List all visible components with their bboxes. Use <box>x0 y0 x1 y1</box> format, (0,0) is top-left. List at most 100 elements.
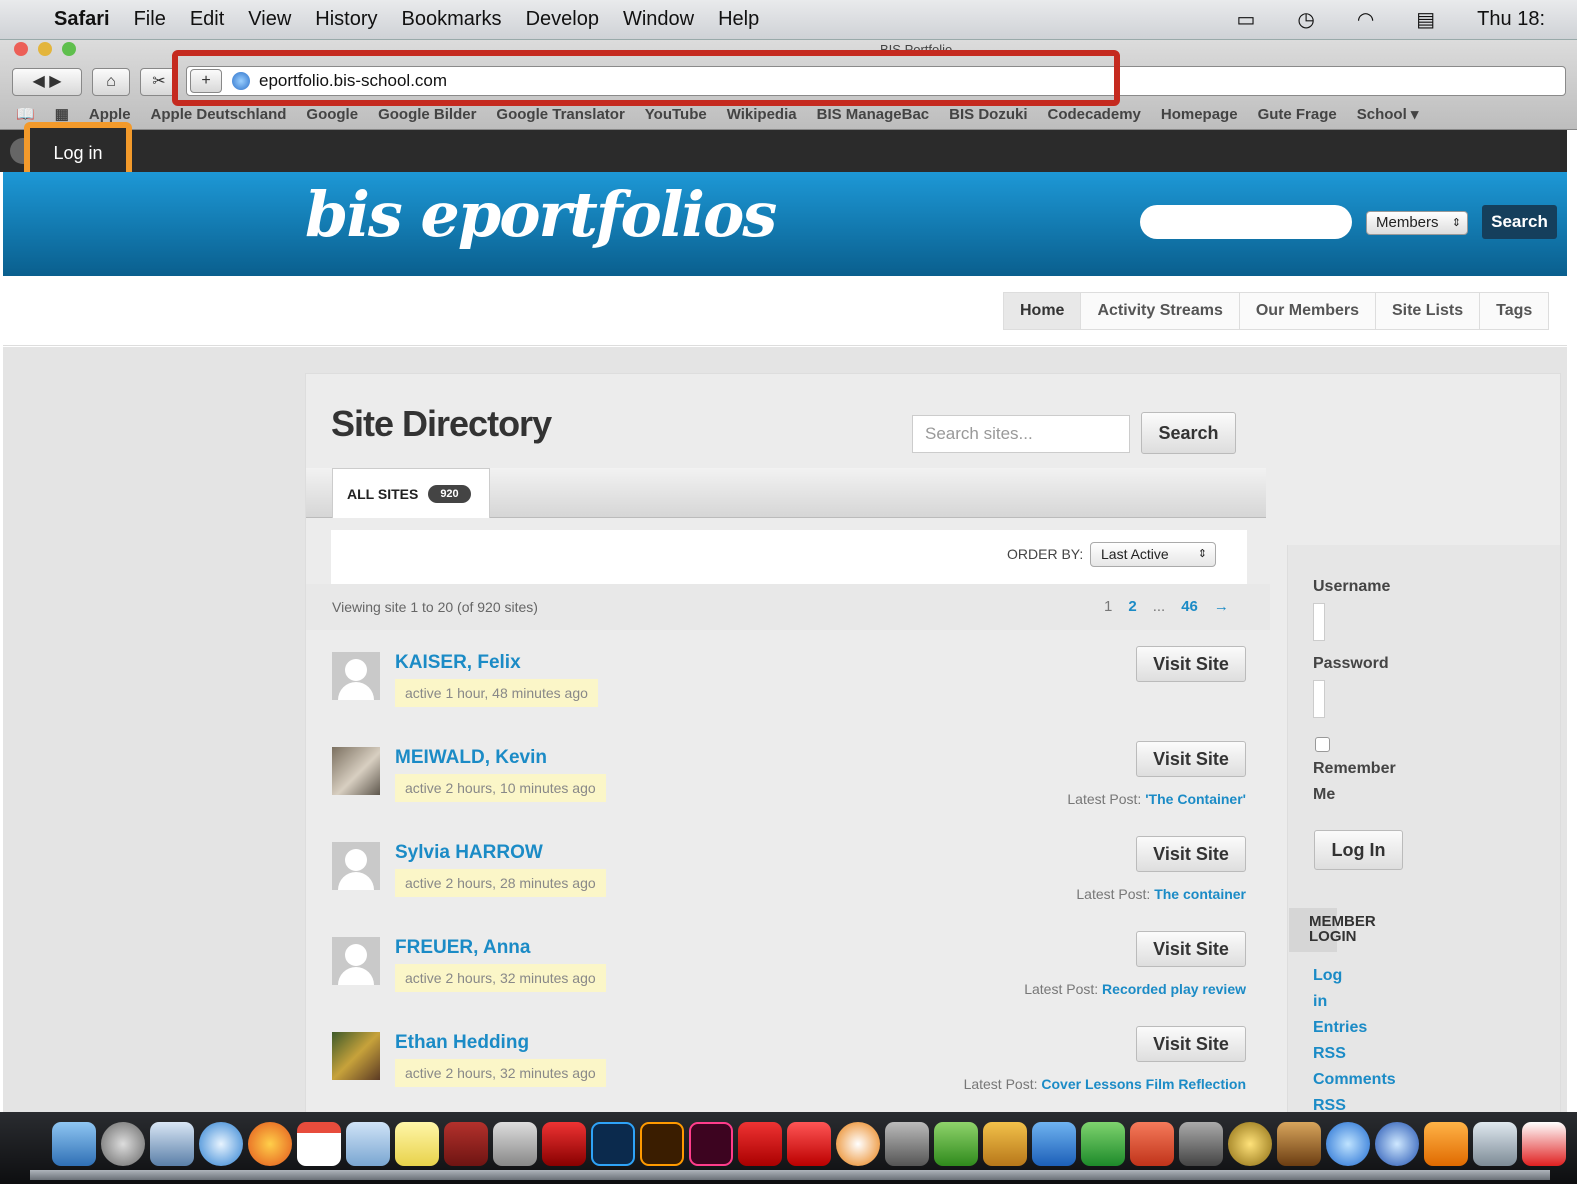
site-name-link[interactable]: Ethan Hedding <box>395 1032 529 1054</box>
latest-post-link[interactable]: 'The Container' <box>1145 791 1246 807</box>
menu-file[interactable]: File <box>134 8 166 31</box>
mail-stamp-icon[interactable] <box>150 1122 194 1166</box>
bookmark-codecademy[interactable]: Codecademy <box>1048 106 1141 123</box>
remember-me-checkbox[interactable] <box>1315 737 1330 752</box>
indesign-icon[interactable] <box>689 1122 733 1166</box>
sidebar-link-rss[interactable]: RSS <box>1313 1045 1346 1063</box>
menu-help[interactable]: Help <box>718 8 759 31</box>
header-search-input[interactable] <box>1140 205 1352 239</box>
nav-site-lists[interactable]: Site Lists <box>1375 293 1481 329</box>
menu-app-safari[interactable]: Safari <box>54 8 110 31</box>
bookmark-managebac[interactable]: BIS ManageBac <box>817 106 930 123</box>
utility-icon[interactable] <box>885 1122 929 1166</box>
launchpad-icon[interactable] <box>101 1122 145 1166</box>
flag-icon[interactable]: ▤ <box>1416 7 1435 32</box>
order-by-select[interactable]: Last Active ⇕ <box>1090 542 1216 567</box>
imovie-icon[interactable] <box>1228 1122 1272 1166</box>
nav-our-members[interactable]: Our Members <box>1239 293 1376 329</box>
nav-activity-streams[interactable]: Activity Streams <box>1081 293 1240 329</box>
bookmark-wikipedia[interactable]: Wikipedia <box>727 106 797 123</box>
sidebar-link-comments[interactable]: Comments <box>1313 1071 1396 1089</box>
quicktime-icon[interactable] <box>1375 1122 1419 1166</box>
dictionary-icon[interactable] <box>444 1122 488 1166</box>
nav-tags[interactable]: Tags <box>1480 293 1549 329</box>
home-button[interactable]: ⌂ <box>92 68 130 96</box>
garageband-icon[interactable] <box>1277 1122 1321 1166</box>
bookmark-google[interactable]: Google <box>306 106 358 123</box>
next-page-arrow[interactable]: → <box>1214 598 1229 615</box>
bookmark-gute-frage[interactable]: Gute Frage <box>1258 106 1337 123</box>
tab-all-sites[interactable]: ALL SITES 920 <box>332 468 490 518</box>
top-sites-icon[interactable]: ▦ <box>55 105 69 123</box>
sidebar-link-in[interactable]: in <box>1313 993 1327 1011</box>
illustrator-icon[interactable] <box>640 1122 684 1166</box>
time-machine-icon[interactable]: ◷ <box>1297 7 1314 32</box>
sketchup-icon[interactable] <box>738 1122 782 1166</box>
bookmark-google-translator[interactable]: Google Translator <box>496 106 624 123</box>
bookmark-youtube[interactable]: YouTube <box>645 106 707 123</box>
avatar[interactable] <box>332 1032 380 1080</box>
calculator-icon[interactable] <box>493 1122 537 1166</box>
menu-develop[interactable]: Develop <box>526 8 599 31</box>
menu-view[interactable]: View <box>248 8 291 31</box>
sidebar-login-button[interactable]: Log In <box>1314 830 1403 870</box>
itunes-icon[interactable] <box>1326 1122 1370 1166</box>
site-search-input[interactable]: Search sites... <box>912 415 1130 453</box>
header-search-scope-select[interactable]: Members ⇕ <box>1366 211 1468 235</box>
bookmark-school[interactable]: School ▾ <box>1357 105 1419 123</box>
firefox-icon[interactable] <box>248 1122 292 1166</box>
clock[interactable]: Thu 18: <box>1477 8 1545 31</box>
visit-site-button[interactable]: Visit Site <box>1136 836 1246 872</box>
finder-icon[interactable] <box>52 1122 96 1166</box>
page-link-2[interactable]: 2 <box>1128 598 1136 615</box>
site-name-link[interactable]: MEIWALD, Kevin <box>395 747 547 769</box>
blender-icon[interactable] <box>836 1122 880 1166</box>
password-field[interactable] <box>1313 680 1325 718</box>
bookmark-apple[interactable]: Apple <box>89 106 131 123</box>
wifi-icon[interactable]: ◠ <box>1357 7 1374 32</box>
visit-site-button[interactable]: Visit Site <box>1136 931 1246 967</box>
site-name-link[interactable]: Sylvia HARROW <box>395 842 543 864</box>
avatar[interactable] <box>332 937 380 985</box>
minimize-window-button[interactable] <box>38 42 52 56</box>
airplay-icon[interactable]: ▭ <box>1236 7 1255 32</box>
preview-icon[interactable] <box>346 1122 390 1166</box>
acrobat-icon[interactable] <box>787 1122 831 1166</box>
sidebar-link-rss-2[interactable]: RSS <box>1313 1097 1346 1111</box>
latest-post-link[interactable]: The container <box>1154 886 1246 902</box>
bookmark-dozuki[interactable]: BIS Dozuki <box>949 106 1027 123</box>
site-search-button[interactable]: Search <box>1141 412 1236 454</box>
back-forward-button[interactable]: ◀ ▶ <box>12 68 82 96</box>
bookmark-apple-de[interactable]: Apple Deutschland <box>151 106 287 123</box>
photoshop-icon[interactable] <box>591 1122 635 1166</box>
nav-home[interactable]: Home <box>1004 293 1082 329</box>
site-name-link[interactable]: FREUER, Anna <box>395 937 530 959</box>
bookmark-google-bilder[interactable]: Google Bilder <box>378 106 476 123</box>
sidebar-link-entries[interactable]: Entries <box>1313 1019 1367 1037</box>
username-field[interactable] <box>1313 603 1325 641</box>
safari-icon[interactable] <box>199 1122 243 1166</box>
visit-site-button[interactable]: Visit Site <box>1136 741 1246 777</box>
page-link-46[interactable]: 46 <box>1181 598 1198 615</box>
menu-edit[interactable]: Edit <box>190 8 224 31</box>
image-capture-icon[interactable] <box>1179 1122 1223 1166</box>
menu-history[interactable]: History <box>315 8 377 31</box>
header-search-button[interactable]: Search <box>1482 205 1557 239</box>
vlc-icon[interactable] <box>1424 1122 1468 1166</box>
bookmark-homepage[interactable]: Homepage <box>1161 106 1238 123</box>
reading-list-icon[interactable]: 📖 <box>16 105 35 123</box>
avatar[interactable] <box>332 842 380 890</box>
adobe-reader-icon[interactable] <box>1522 1122 1566 1166</box>
keynote-icon[interactable] <box>983 1122 1027 1166</box>
notes-icon[interactable] <box>395 1122 439 1166</box>
avatar[interactable] <box>332 747 380 795</box>
site-logo[interactable]: bis eportfolios <box>305 178 777 251</box>
menu-bookmarks[interactable]: Bookmarks <box>402 8 502 31</box>
menu-window[interactable]: Window <box>623 8 694 31</box>
visit-site-button[interactable]: Visit Site <box>1136 1026 1246 1062</box>
excel-icon[interactable] <box>1081 1122 1125 1166</box>
numbers-icon[interactable] <box>934 1122 978 1166</box>
photo-booth-icon[interactable] <box>542 1122 586 1166</box>
sidebar-link-log[interactable]: Log <box>1313 967 1342 985</box>
latest-post-link[interactable]: Cover Lessons Film Reflection <box>1041 1076 1246 1092</box>
